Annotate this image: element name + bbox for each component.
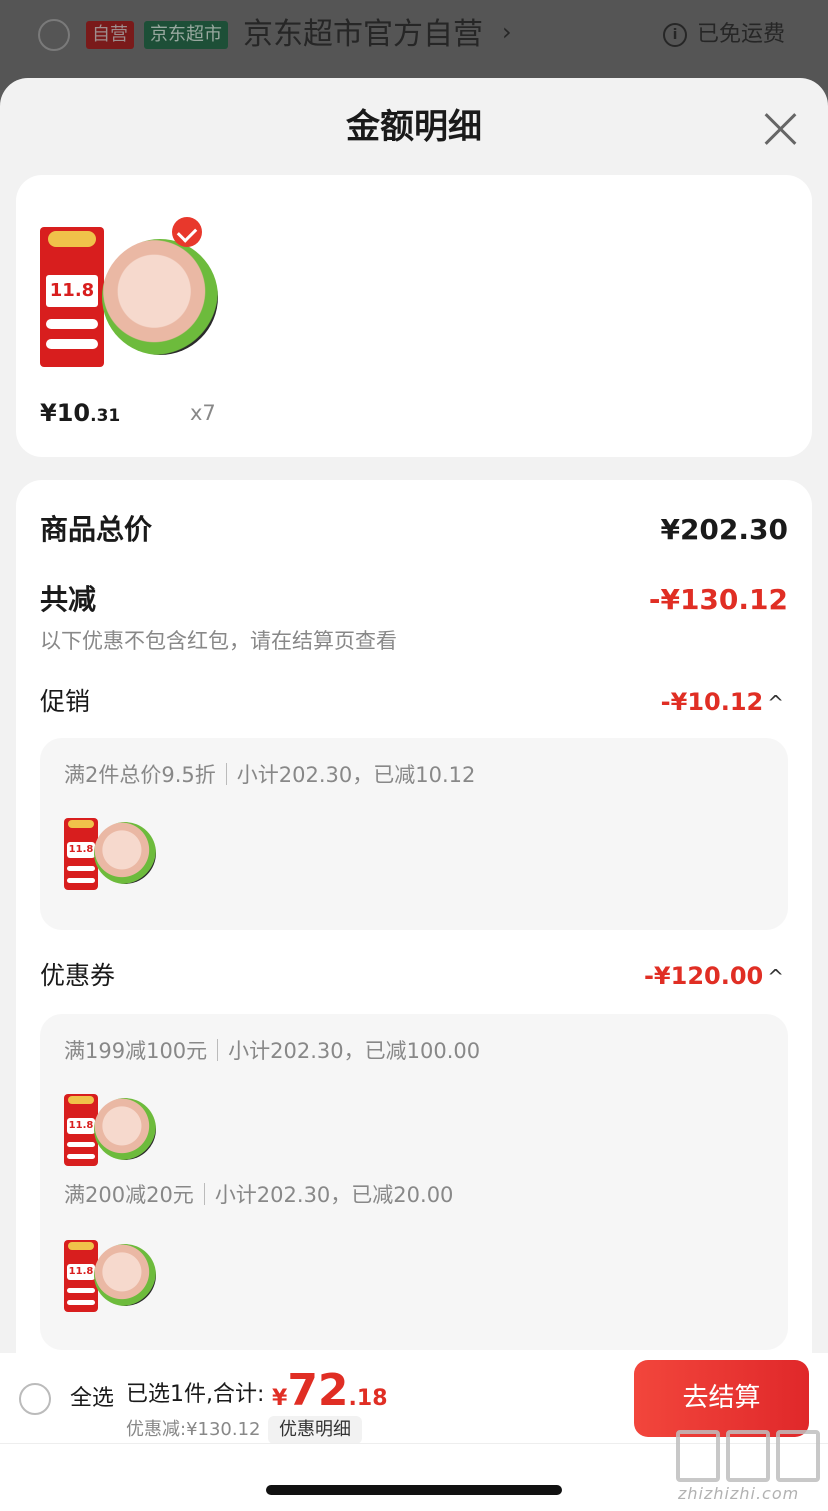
coupon-label: 优惠券 (40, 961, 116, 990)
coupon-rule: 满200减20元 (64, 1183, 194, 1207)
promotion-rule: 满2件总价9.5折 (64, 763, 216, 787)
checkout-button[interactable]: 去结算 (634, 1360, 809, 1437)
total-price-label: 商品总价 (40, 513, 153, 546)
coupon-rule-line: 满199减100元 小计202.30，已减100.00 (64, 1036, 480, 1066)
banner-price: 11.8 (46, 275, 98, 307)
store-name[interactable]: 京东超市官方自营 (243, 14, 483, 56)
total-amount: ¥72.18 (272, 1365, 388, 1416)
coupon-value: -¥120.00 (643, 962, 764, 990)
coupon-subtotal: 小计202.30，已减100.00 (228, 1039, 481, 1063)
summary-card: 商品总价 ¥202.30 共减 -¥130.12 以下优惠不包含红包，请在结算页… (16, 480, 812, 1480)
discount-note: 以下优惠不包含红包，请在结算页查看 (40, 629, 397, 653)
total-discount-value: -¥130.12 (648, 583, 788, 616)
promotion-subtotal: 小计202.30，已减10.12 (236, 763, 476, 787)
promotion-toggle[interactable]: -¥10.12 ^ (661, 684, 784, 721)
info-icon[interactable]: i (663, 23, 687, 47)
self-operated-badge: 自营 (86, 21, 134, 49)
promotion-rule-line: 满2件总价9.5折 小计202.30，已减10.12 (64, 760, 475, 790)
promotion-label: 促销 (40, 687, 91, 716)
coupon-rule: 满199减100元 (64, 1039, 208, 1063)
promotion-product-thumb[interactable]: 11.8 (64, 814, 156, 892)
total-price-value: ¥202.30 (660, 513, 788, 546)
watermark-logo: zhizhizhi.com (676, 1430, 822, 1503)
watermark-text: zhizhizhi.com (678, 1484, 800, 1503)
promo-banner: 11.8 (40, 227, 104, 367)
promotion-detail-box: 满2件总价9.5折 小计202.30，已减10.12 11.8 (40, 738, 788, 930)
store-header: 自营 京东超市 京东超市官方自营 › i 已免运费 (0, 0, 828, 90)
selected-count-text: 已选1件,合计: (126, 1382, 265, 1407)
free-shipping-label: 已免运费 (697, 22, 786, 47)
product-quantity: x7 (190, 401, 216, 425)
chevron-right-icon: › (502, 18, 512, 46)
coupon-toggle[interactable]: -¥120.00 ^ (644, 958, 784, 995)
total-discount-label: 共减 (40, 583, 97, 616)
selected-check-icon[interactable] (172, 217, 202, 247)
select-all-radio[interactable] (19, 1383, 51, 1415)
select-all-label[interactable]: 全选 (70, 1383, 114, 1415)
discount-detail-button[interactable]: 优惠明细 (268, 1416, 362, 1444)
chevron-up-icon: ^ (767, 691, 784, 715)
supermarket-badge: 京东超市 (144, 21, 228, 49)
coupon-subtotal: 小计202.30，已减20.00 (214, 1183, 454, 1207)
close-icon[interactable] (760, 108, 800, 148)
coupon-product-thumb[interactable]: 11.8 (64, 1090, 156, 1168)
coupon-product-thumb[interactable]: 11.8 (64, 1236, 156, 1314)
amount-detail-sheet: 金额明细 11.8 ¥10.31 x7 商品总价 ¥202.30 共减 -¥13… (0, 78, 828, 1511)
promotion-value: -¥10.12 (660, 688, 764, 716)
coupon-detail-box: 满199减100元 小计202.30，已减100.00 11.8 满200减20元… (40, 1014, 788, 1350)
store-select-radio[interactable] (38, 19, 70, 51)
product-card: 11.8 ¥10.31 x7 (16, 175, 812, 457)
discount-summary: 优惠减:¥130.12 (126, 1419, 261, 1440)
sheet-title: 金额明细 (346, 107, 482, 147)
home-indicator[interactable] (266, 1485, 562, 1495)
chicken-plate-image (102, 239, 218, 355)
product-price: ¥10.31 (40, 399, 121, 427)
coupon-rule-line: 满200减20元 小计202.30，已减20.00 (64, 1180, 453, 1210)
chevron-up-icon: ^ (767, 965, 784, 989)
